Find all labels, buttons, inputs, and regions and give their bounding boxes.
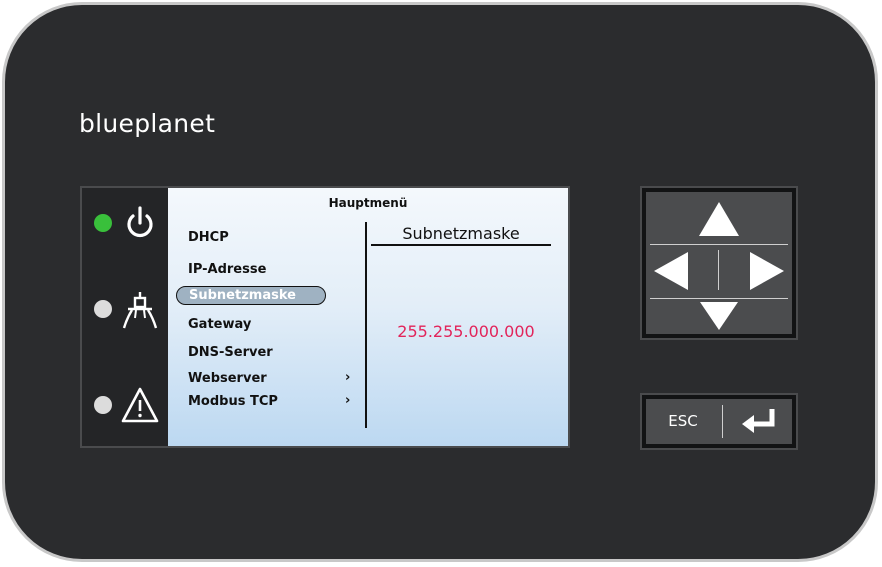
arrow-right-button[interactable] bbox=[746, 248, 788, 294]
menu-item-ip-adresse[interactable]: IP-Adresse bbox=[188, 262, 266, 277]
arrow-down-icon bbox=[700, 302, 738, 330]
arrow-up-button[interactable] bbox=[694, 198, 744, 240]
detail-title: Subnetzmaske bbox=[371, 224, 551, 246]
status-led-panel bbox=[82, 188, 169, 446]
arrow-left-button[interactable] bbox=[650, 248, 692, 294]
status-led-fault bbox=[92, 384, 162, 428]
dpad-divider bbox=[718, 250, 719, 290]
navigation-pad-surface bbox=[646, 192, 792, 334]
confirm-keypad: ESC bbox=[640, 393, 798, 450]
menu-item-webserver[interactable]: Webserver bbox=[188, 371, 267, 386]
keypad-divider bbox=[722, 405, 723, 438]
menu-item-dns-server[interactable]: DNS-Server bbox=[188, 345, 273, 360]
status-led-operation bbox=[92, 202, 162, 246]
warning-icon bbox=[120, 384, 160, 428]
enter-icon bbox=[742, 409, 775, 433]
arrow-right-icon bbox=[750, 252, 784, 290]
menu-item-gateway[interactable]: Gateway bbox=[188, 317, 251, 332]
power-icon bbox=[120, 202, 160, 246]
navigation-pad bbox=[640, 186, 798, 340]
fault-led bbox=[94, 396, 112, 414]
feed-in-led bbox=[94, 300, 112, 318]
arrow-down-button[interactable] bbox=[694, 300, 744, 332]
menu-item-subnetzmaske[interactable]: Subnetzmaske bbox=[176, 286, 326, 305]
arrow-left-icon bbox=[654, 252, 688, 290]
brand-logo: blueplanet bbox=[79, 109, 216, 138]
status-led-feed-in bbox=[92, 288, 162, 332]
enter-button[interactable] bbox=[724, 399, 792, 444]
esc-button[interactable]: ESC bbox=[646, 399, 720, 444]
chevron-right-icon: › bbox=[345, 393, 351, 408]
dpad-divider bbox=[650, 244, 788, 245]
screen-title: Hauptmenü bbox=[328, 196, 408, 210]
menu-item-dhcp[interactable]: DHCP bbox=[188, 230, 229, 245]
operation-led bbox=[94, 214, 112, 232]
chevron-right-icon: › bbox=[345, 370, 351, 385]
lcd-screen: Hauptmenü DHCP IP-Adresse Subnetzmaske G… bbox=[168, 188, 568, 446]
confirm-keypad-surface: ESC bbox=[646, 399, 792, 444]
dpad-divider bbox=[650, 298, 788, 299]
menu-item-modbus-tcp[interactable]: Modbus TCP bbox=[188, 394, 278, 409]
grid-tower-icon bbox=[120, 288, 160, 332]
arrow-up-icon bbox=[699, 202, 739, 236]
subnet-mask-value: 255.255.000.000 bbox=[397, 322, 535, 341]
screen-divider bbox=[365, 222, 367, 428]
